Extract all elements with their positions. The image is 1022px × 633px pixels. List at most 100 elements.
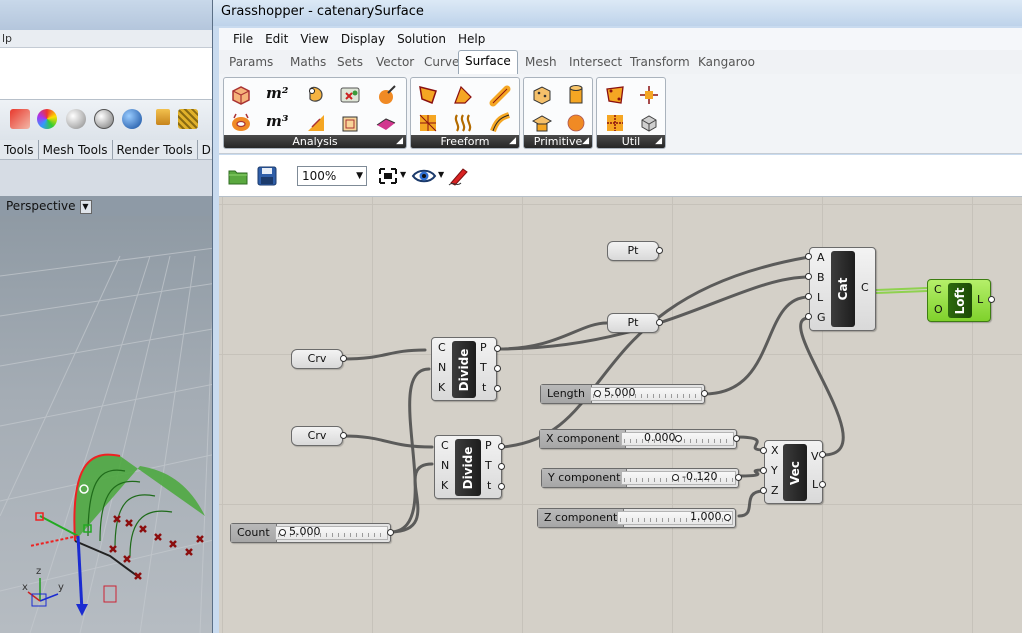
pt1-output-grip[interactable] xyxy=(656,247,663,254)
vec-output-v[interactable]: V xyxy=(811,451,819,463)
crv2-output-grip[interactable] xyxy=(340,432,347,439)
menu-display[interactable]: Display xyxy=(337,28,393,46)
vec-v-grip[interactable] xyxy=(819,451,826,458)
divide1-output-t[interactable]: t xyxy=(482,382,486,394)
rhino-tab-render-tools[interactable]: Render Tools xyxy=(113,140,198,159)
divide2-input-k[interactable]: K xyxy=(441,480,448,492)
volume-icon[interactable]: m³ xyxy=(266,112,288,130)
gear-grid-icon[interactable] xyxy=(178,109,198,129)
x-component-knob[interactable] xyxy=(675,435,682,442)
vec-input-z[interactable]: Z xyxy=(771,485,779,497)
sphere-icon[interactable] xyxy=(564,111,588,135)
rhino-command-area[interactable] xyxy=(0,48,230,100)
cat-input-l[interactable]: L xyxy=(817,292,823,304)
menu-file[interactable]: File xyxy=(219,28,261,46)
cat-b-grip[interactable] xyxy=(805,273,812,280)
divide-curve-component-2[interactable]: C N K Divide P T t xyxy=(434,435,502,499)
count-output-grip[interactable] xyxy=(387,529,394,536)
window-title[interactable]: Grasshopper - catenarySurface xyxy=(213,0,1022,26)
viewport-dropdown-icon[interactable]: ▼ xyxy=(79,199,92,214)
curve-param-2[interactable]: Crv xyxy=(291,426,343,446)
color-wheel-icon[interactable] xyxy=(37,109,57,129)
count-slider[interactable]: Count 5.000 xyxy=(230,523,391,543)
box-analysis-icon[interactable] xyxy=(229,83,253,107)
network-surface-icon[interactable] xyxy=(416,111,440,135)
zoom-extents-icon[interactable] xyxy=(377,166,399,186)
shade-sphere-icon[interactable] xyxy=(66,109,86,129)
open-file-icon[interactable] xyxy=(227,165,249,187)
preview-dropdown-icon[interactable]: ▼ xyxy=(438,170,444,179)
sweep-icon[interactable] xyxy=(489,111,513,135)
z-component-knob[interactable] xyxy=(724,514,731,521)
sketch-pen-icon[interactable] xyxy=(447,165,471,187)
loft-input-o[interactable]: O xyxy=(934,304,943,316)
menu-solution[interactable]: Solution xyxy=(393,28,454,46)
zoom-extents-dropdown-icon[interactable]: ▼ xyxy=(400,170,406,179)
area-icon[interactable]: m² xyxy=(266,84,288,102)
count-slider-knob[interactable] xyxy=(279,529,286,536)
z-component-slider[interactable]: Z component 1.000 xyxy=(537,508,736,528)
vec-y-grip[interactable] xyxy=(760,467,767,474)
point-param-1[interactable]: Pt xyxy=(607,241,659,261)
panel-label-freeform[interactable]: Freeform ◢ xyxy=(411,135,519,148)
cat-input-a[interactable]: A xyxy=(817,252,825,264)
shape-in-brep-icon[interactable] xyxy=(338,83,362,107)
ghosted-sphere-icon[interactable] xyxy=(94,109,114,129)
pipe-icon[interactable] xyxy=(489,83,513,107)
divide1-t-grip[interactable] xyxy=(494,365,501,372)
panel-label-analysis[interactable]: Analysis ◢ xyxy=(224,135,406,148)
divide1-input-k[interactable]: K xyxy=(438,382,445,394)
evaluate-surface-icon[interactable] xyxy=(374,83,398,107)
vec-input-y[interactable]: Y xyxy=(771,465,778,477)
tab-sets[interactable]: Sets xyxy=(337,55,363,69)
loft-component[interactable]: C O Loft L xyxy=(927,279,991,322)
brep-edges-icon[interactable] xyxy=(338,111,362,135)
dimensions-icon[interactable] xyxy=(374,111,398,135)
divide2-input-n[interactable]: N xyxy=(441,460,449,472)
divide2-output-t-upper[interactable]: T xyxy=(485,460,492,472)
vector-xyz-component[interactable]: X Y Z Vec V L xyxy=(764,440,823,504)
divide2-output-t[interactable]: t xyxy=(487,480,491,492)
x-component-slider[interactable]: X component 0.000 xyxy=(539,429,737,449)
menu-help[interactable]: Help xyxy=(454,28,493,46)
length-slider[interactable]: Length 5.000 xyxy=(540,384,705,404)
tab-maths[interactable]: Maths xyxy=(290,55,326,69)
divide1-tt-grip[interactable] xyxy=(494,385,501,392)
vec-input-x[interactable]: X xyxy=(771,445,779,457)
divide2-p-grip[interactable] xyxy=(498,443,505,450)
y-component-knob[interactable] xyxy=(672,474,679,481)
tab-intersect[interactable]: Intersect xyxy=(569,55,622,69)
tab-vector[interactable]: Vector xyxy=(376,55,414,69)
perspective-viewport[interactable]: z y x xyxy=(0,216,230,633)
loft-icon[interactable] xyxy=(451,111,475,135)
vec-z-grip[interactable] xyxy=(760,487,767,494)
box-icon[interactable] xyxy=(530,83,554,107)
tab-transform[interactable]: Transform xyxy=(630,55,690,69)
loft-input-c[interactable]: C xyxy=(934,284,942,296)
panel-label-primitive[interactable]: Primitive ◢ xyxy=(524,135,592,148)
divide1-p-grip[interactable] xyxy=(494,345,501,352)
divide1-input-n[interactable]: N xyxy=(438,362,446,374)
divide2-tt-grip[interactable] xyxy=(498,483,505,490)
viewport-title-bar[interactable]: Perspective ▼ xyxy=(0,196,230,216)
loft-output-l[interactable]: L xyxy=(977,294,983,306)
extrude-icon[interactable] xyxy=(451,83,475,107)
torus-analysis-icon[interactable] xyxy=(229,111,253,135)
divide-curve-component-1[interactable]: C N K Divide P T t xyxy=(431,337,497,401)
x-output-grip[interactable] xyxy=(733,435,740,442)
viewport-title[interactable]: Perspective xyxy=(6,199,76,213)
cat-l-grip[interactable] xyxy=(805,293,812,300)
menu-edit[interactable]: Edit xyxy=(261,28,296,46)
surface-frame-icon[interactable] xyxy=(304,111,328,135)
save-file-icon[interactable] xyxy=(256,165,278,187)
loft-l-grip[interactable] xyxy=(988,296,995,303)
panel-label-util[interactable]: Util ◢ xyxy=(597,135,665,148)
paint-icon[interactable] xyxy=(156,109,170,125)
rhino-menu-fragment[interactable]: lp xyxy=(0,30,230,48)
divide2-input-c[interactable]: C xyxy=(441,440,449,452)
tab-surface[interactable]: Surface xyxy=(458,50,518,74)
divide1-input-c[interactable]: C xyxy=(438,342,446,354)
cat-input-b[interactable]: B xyxy=(817,272,825,284)
boundary-surface-icon[interactable] xyxy=(416,83,440,107)
curve-param-1[interactable]: Crv xyxy=(291,349,343,369)
